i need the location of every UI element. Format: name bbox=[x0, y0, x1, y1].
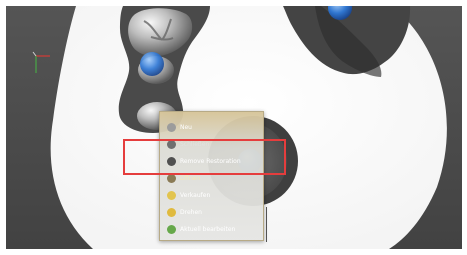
guide-line bbox=[266, 207, 267, 242]
menu-item-drehen[interactable]: Drehen bbox=[160, 204, 263, 221]
menu-item-verkaufen[interactable]: Verkaufen bbox=[160, 187, 263, 204]
menu-item-label: Drehen bbox=[180, 209, 202, 216]
rotate-icon bbox=[167, 208, 176, 217]
edit-icon bbox=[167, 225, 176, 234]
open-icon bbox=[167, 174, 176, 183]
left-tooth-sphere bbox=[140, 52, 164, 76]
new-icon bbox=[167, 123, 176, 132]
context-menu[interactable]: Neu Schließen Remove Restoration Öffnen … bbox=[159, 111, 264, 241]
menu-item-aktuell-bearbeiten[interactable]: Aktuell bearbeiten bbox=[160, 221, 263, 238]
menu-item-label: Verkaufen bbox=[180, 192, 211, 199]
remove-restoration-highlight bbox=[123, 139, 286, 175]
cad-viewport[interactable]: Neu Schließen Remove Restoration Öffnen … bbox=[6, 6, 462, 249]
sell-icon bbox=[167, 191, 176, 200]
menu-item-label: Aktuell bearbeiten bbox=[180, 226, 236, 233]
menu-item-label: Neu bbox=[180, 124, 192, 131]
menu-item-neu[interactable]: Neu bbox=[160, 119, 263, 136]
axis-gizmo bbox=[32, 51, 50, 73]
